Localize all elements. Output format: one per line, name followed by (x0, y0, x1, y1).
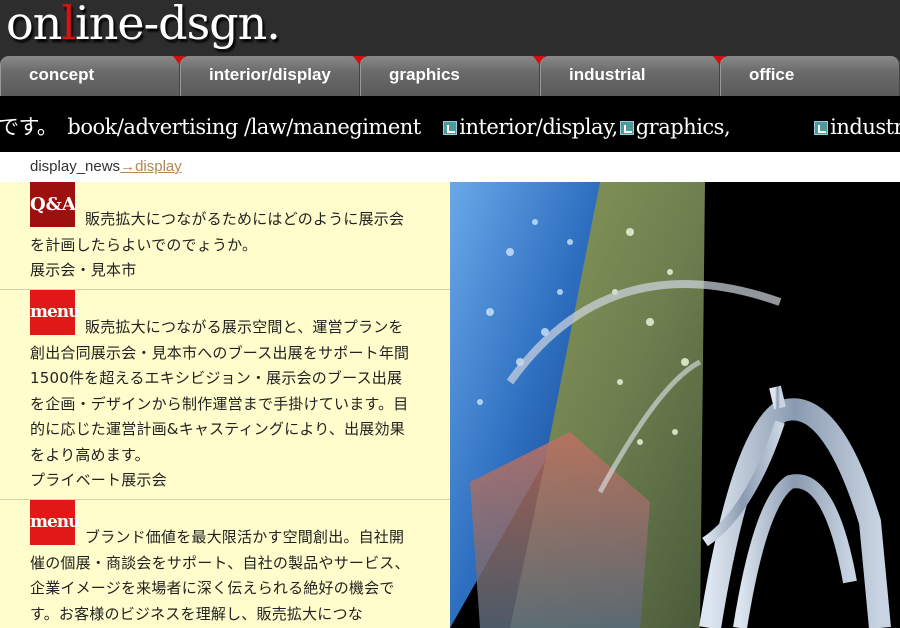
site-logo[interactable]: online-dsgn. (6, 0, 281, 50)
tab-label: interior/display (209, 65, 331, 84)
logo-text-highlight: l (61, 0, 76, 50)
ticker-text-part: です。 book/advertising /law/manegiment (0, 115, 442, 139)
ticker-link-graphics[interactable]: graphics, (636, 115, 812, 139)
item-text: 販売拡大につながるためにはどのように展示会を計画したらよいでのでょうか。 (30, 210, 405, 254)
tab-label: graphics (389, 65, 460, 84)
logo-text-end: ine-dsgn. (75, 0, 281, 50)
arrow-link-icon[interactable] (443, 121, 458, 135)
breadcrumb-link-display[interactable]: →display (120, 158, 182, 175)
tab-label: industrial (569, 65, 646, 84)
item-category-link[interactable]: 展示会・見本市 (30, 258, 410, 283)
tab-industrial[interactable]: industrial (540, 56, 725, 96)
arrow-link-icon[interactable] (619, 121, 634, 135)
tab-label: office (749, 65, 795, 84)
logo-text-start: on (6, 0, 62, 50)
item-category-link[interactable]: プライベート展示会 (30, 468, 410, 493)
item-text: 販売拡大につながる展示空間と、運営プランを創出合同展示会・見本市へのブース出展を… (30, 318, 410, 464)
news-ticker: です。 book/advertising /law/manegiment int… (0, 96, 900, 152)
qa-badge-icon[interactable]: Q&A (30, 182, 76, 227)
list-item: Q&A 販売拡大につながるためにはどのように展示会を計画したらよいでのでょうか。… (0, 182, 450, 290)
ticker-text: です。 book/advertising /law/manegiment int… (0, 111, 900, 141)
ticker-link-interior[interactable]: interior/display, (459, 115, 618, 139)
list-item: menu ブランド価値を最大限活かす空間創出。自社開催の個展・商談会をサポート、… (0, 500, 450, 628)
site-header: online-dsgn. (0, 0, 900, 56)
item-text: ブランド価値を最大限活かす空間創出。自社開催の個展・商談会をサポート、自社の製品… (30, 528, 410, 623)
tab-concept[interactable]: concept (0, 56, 185, 96)
main-nav: concept interior/display graphics indust… (0, 56, 900, 96)
menu-badge-icon[interactable]: menu (30, 290, 81, 335)
list-item: menu 販売拡大につながる展示空間と、運営プランを創出合同展示会・見本市へのブ… (0, 290, 450, 500)
ticker-link-industrial[interactable]: industrial (830, 115, 900, 139)
breadcrumb-current: display_news (30, 158, 121, 175)
news-list: Q&A 販売拡大につながるためにはどのように展示会を計画したらよいでのでょうか。… (0, 182, 450, 628)
tab-interior-display[interactable]: interior/display (180, 56, 365, 96)
hero-artwork (450, 182, 900, 628)
tab-office[interactable]: office (720, 56, 900, 96)
breadcrumb: display_news→display (30, 158, 182, 175)
hero-artwork-image (450, 182, 900, 628)
menu-badge-icon[interactable]: menu (30, 500, 81, 545)
tab-label: concept (29, 65, 95, 84)
arrow-link-icon[interactable] (814, 121, 829, 135)
tab-graphics[interactable]: graphics (360, 56, 545, 96)
